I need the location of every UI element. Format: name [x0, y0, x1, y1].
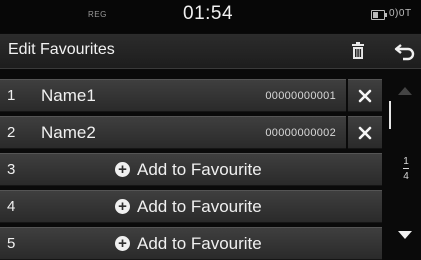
page-divider: [403, 168, 409, 169]
back-arrow-icon[interactable]: [393, 39, 417, 63]
add-label: Add to Favourite: [137, 160, 262, 179]
add-to-favourite-button[interactable]: + Add to Favourite: [115, 197, 262, 217]
add-favourite-row-4[interactable]: 4 + Add to Favourite: [0, 190, 382, 223]
add-label: Add to Favourite: [137, 197, 262, 216]
favourite-row-2[interactable]: 2 Name2 00000000002: [0, 116, 346, 149]
remove-favourite-1-button[interactable]: [348, 79, 382, 112]
scroll-panel: 1 4: [389, 73, 421, 260]
row-index: 1: [7, 87, 16, 104]
scroll-indicator[interactable]: [389, 101, 391, 129]
close-icon: [358, 89, 372, 103]
trash-icon[interactable]: [347, 40, 369, 62]
page-current: 1: [403, 156, 409, 167]
plus-circle-icon: +: [115, 236, 130, 251]
page-title: Edit Favourites: [8, 41, 115, 58]
phone-number: 00000000002: [265, 127, 336, 139]
add-label: Add to Favourite: [137, 234, 262, 253]
add-favourite-row-3[interactable]: 3 + Add to Favourite: [0, 153, 382, 186]
reg-indicator: REG: [88, 10, 107, 19]
scroll-down-icon[interactable]: [398, 231, 412, 239]
battery-icon: [371, 10, 387, 20]
add-to-favourite-button[interactable]: + Add to Favourite: [115, 160, 262, 180]
page-indicator: 1 4: [401, 156, 411, 182]
add-to-favourite-button[interactable]: + Add to Favourite: [115, 234, 262, 254]
status-bar: REG 01:54 0)0T: [0, 0, 421, 33]
contact-name: Name2: [41, 123, 96, 142]
favourite-row-1[interactable]: 1 Name1 00000000001: [0, 79, 346, 112]
row-index: 4: [7, 198, 16, 215]
row-index: 3: [7, 161, 16, 178]
plus-circle-icon: +: [115, 162, 130, 177]
row-index: 5: [7, 235, 16, 252]
status-indicators: 0)0T: [389, 8, 412, 19]
page-total: 4: [403, 171, 409, 182]
plus-circle-icon: +: [115, 199, 130, 214]
row-index: 2: [7, 124, 16, 141]
clock: 01:54: [183, 3, 234, 24]
scroll-up-icon[interactable]: [398, 87, 412, 95]
remove-favourite-2-button[interactable]: [348, 116, 382, 149]
title-bar: Edit Favourites: [0, 34, 421, 69]
phone-number: 00000000001: [265, 90, 336, 102]
contact-name: Name1: [41, 86, 96, 105]
close-icon: [358, 126, 372, 140]
add-favourite-row-5[interactable]: 5 + Add to Favourite: [0, 227, 382, 260]
